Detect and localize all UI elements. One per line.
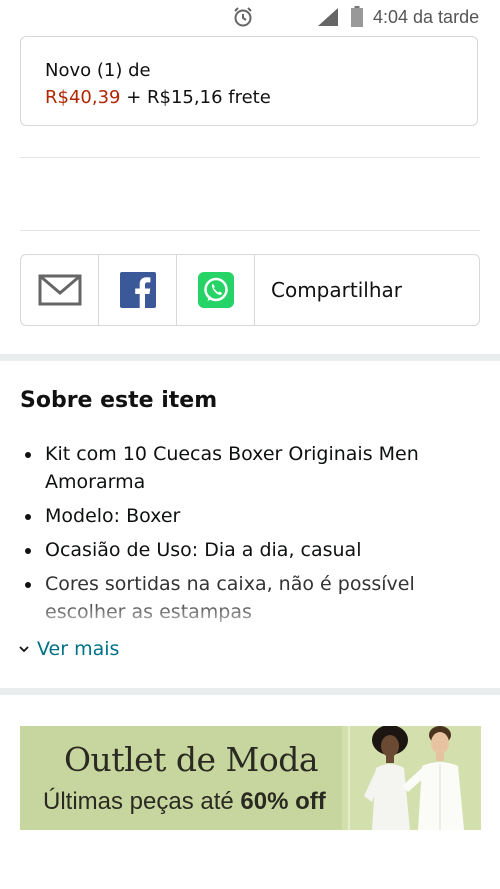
section-divider bbox=[0, 688, 500, 695]
banner-subtitle: Últimas peças até 60% off bbox=[43, 788, 326, 815]
banner-discount: 60% off bbox=[240, 788, 326, 815]
divider bbox=[20, 157, 480, 158]
list-item: Ocasião de Uso: Dia a dia, casual bbox=[20, 536, 480, 564]
see-more-label: Ver mais bbox=[37, 638, 120, 660]
list-item: Modelo: Boxer bbox=[20, 502, 480, 530]
list-item: Kit com 10 Cuecas Boxer Originais Men Am… bbox=[20, 440, 480, 496]
status-bar: 4:04 da tarde bbox=[0, 0, 500, 34]
chevron-down-icon bbox=[19, 646, 29, 653]
offer-shipping: + R$15,16 frete bbox=[120, 87, 271, 108]
share-row: Compartilhar bbox=[20, 254, 480, 326]
section-divider bbox=[0, 354, 500, 361]
share-whatsapp-button[interactable] bbox=[177, 255, 255, 325]
outlet-banner[interactable]: Outlet de Moda Últimas peças até 60% off bbox=[20, 726, 481, 830]
offer-condition: Novo (1) de bbox=[45, 60, 151, 81]
about-section-title: Sobre este item bbox=[20, 388, 218, 413]
banner-title: Outlet de Moda bbox=[64, 740, 319, 779]
offer-price-line: R$40,39 + R$15,16 frete bbox=[45, 84, 477, 111]
alarm-clock-icon bbox=[234, 7, 252, 27]
offer-price: R$40,39 bbox=[45, 87, 121, 108]
share-facebook-button[interactable] bbox=[99, 255, 177, 325]
divider bbox=[20, 230, 480, 231]
email-icon bbox=[38, 274, 81, 306]
battery-icon bbox=[351, 6, 363, 27]
share-label[interactable]: Compartilhar bbox=[255, 255, 479, 325]
whatsapp-icon bbox=[197, 272, 234, 308]
see-more-link[interactable]: Ver mais bbox=[18, 638, 119, 660]
banner-models-image bbox=[342, 726, 481, 830]
text-fade-overlay bbox=[0, 600, 500, 630]
offer-box[interactable]: Novo (1) de R$40,39 + R$15,16 frete bbox=[20, 36, 478, 126]
share-email-button[interactable] bbox=[21, 255, 99, 325]
signal-icon bbox=[318, 8, 338, 26]
status-time: 4:04 da tarde bbox=[373, 7, 480, 27]
facebook-icon bbox=[119, 272, 156, 308]
